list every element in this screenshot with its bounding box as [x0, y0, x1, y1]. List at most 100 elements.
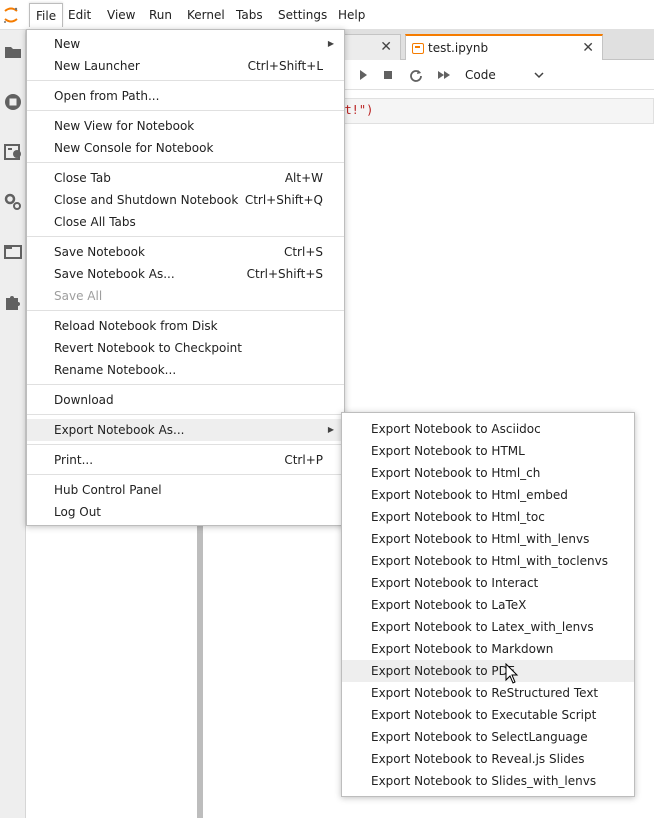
- export-item-pdf[interactable]: Export Notebook to PDF: [342, 660, 634, 682]
- menu-separator: [27, 110, 344, 111]
- restart-icon[interactable]: [407, 66, 425, 84]
- file-menu: New ▶ New Launcher Ctrl+Shift+L Open from Pa…: [26, 29, 345, 526]
- jupyter-logo-icon[interactable]: [2, 6, 20, 24]
- export-item-reveal-js-slides[interactable]: Export Notebook to Reveal.js Slides: [342, 748, 634, 770]
- tab-test-ipynb[interactable]: test.ipynb ✕: [405, 34, 603, 61]
- notebook-icon: [412, 43, 424, 54]
- close-icon[interactable]: ✕: [582, 40, 594, 56]
- menu-item-shortcut: Alt+W: [284, 171, 323, 185]
- menu-kernel[interactable]: Kernel: [181, 3, 231, 27]
- menu-item-label: New: [54, 37, 81, 51]
- export-item-html-with-toclenvs[interactable]: Export Notebook to Html_with_toclenvs: [342, 550, 634, 572]
- stop-icon[interactable]: [379, 66, 397, 84]
- property-inspector-icon[interactable]: [3, 192, 23, 212]
- menu-tabs[interactable]: Tabs: [230, 3, 269, 27]
- file-menu-item-log-out[interactable]: Log Out: [27, 501, 344, 523]
- menu-settings[interactable]: Settings: [272, 3, 333, 27]
- menu-item-label: Rename Notebook...: [54, 363, 177, 377]
- export-submenu: Export Notebook to Asciidoc Export Notebo…: [341, 412, 635, 797]
- menu-separator: [27, 236, 344, 237]
- menu-edit[interactable]: Edit: [62, 3, 97, 27]
- file-menu-item-print[interactable]: Print... Ctrl+P: [27, 449, 344, 471]
- file-menu-item-save-notebook-as[interactable]: Save Notebook As... Ctrl+Shift+S: [27, 263, 344, 285]
- file-menu-item-new-view-for-notebook[interactable]: New View for Notebook: [27, 115, 344, 137]
- export-item-restructured-text[interactable]: Export Notebook to ReStructured Text: [342, 682, 634, 704]
- tabs-icon[interactable]: [3, 242, 23, 262]
- menu-item-shortcut: Ctrl+P: [284, 453, 323, 467]
- extension-icon[interactable]: [3, 292, 23, 312]
- menu-item-label: Log Out: [54, 505, 102, 519]
- file-menu-item-new[interactable]: New ▶: [27, 33, 344, 55]
- export-item-asciidoc[interactable]: Export Notebook to Asciidoc: [342, 418, 634, 440]
- menu-item-label: New View for Notebook: [54, 119, 195, 133]
- menu-separator: [27, 80, 344, 81]
- menu-item-shortcut: Ctrl+Shift+L: [247, 59, 323, 73]
- commands-icon[interactable]: [3, 142, 23, 162]
- menu-separator: [27, 474, 344, 475]
- mouse-cursor-icon: [505, 663, 519, 684]
- menu-separator: [27, 310, 344, 311]
- menu-item-shortcut: Ctrl+Shift+Q: [244, 193, 323, 207]
- submenu-arrow-icon: ▶: [327, 425, 334, 434]
- menu-item-label: New Console for Notebook: [54, 141, 214, 155]
- cell-type-value: Code: [465, 68, 496, 82]
- menu-separator: [27, 384, 344, 385]
- file-menu-item-rename-notebook[interactable]: Rename Notebook...: [27, 359, 344, 381]
- file-menu-item-hub-control-panel[interactable]: Hub Control Panel: [27, 479, 344, 501]
- menu-separator: [27, 414, 344, 415]
- cell-type-select[interactable]: Code: [465, 66, 545, 84]
- file-menu-item-open-from-path[interactable]: Open from Path...: [27, 85, 344, 107]
- menu-item-label: Hub Control Panel: [54, 483, 162, 497]
- file-menu-item-revert-notebook-to-checkpoint[interactable]: Revert Notebook to Checkpoint: [27, 337, 344, 359]
- export-item-selectlanguage[interactable]: Export Notebook to SelectLanguage: [342, 726, 634, 748]
- export-item-html-toc[interactable]: Export Notebook to Html_toc: [342, 506, 634, 528]
- file-menu-item-save-all: Save All: [27, 285, 344, 307]
- export-item-latex[interactable]: Export Notebook to LaTeX: [342, 594, 634, 616]
- export-item-html-with-lenvs[interactable]: Export Notebook to Html_with_lenvs: [342, 528, 634, 550]
- export-item-interact[interactable]: Export Notebook to Interact: [342, 572, 634, 594]
- export-item-executable-script[interactable]: Export Notebook to Executable Script: [342, 704, 634, 726]
- menu-item-label: Save Notebook: [54, 245, 145, 259]
- run-icon[interactable]: [354, 66, 372, 84]
- file-menu-item-download[interactable]: Download: [27, 389, 344, 411]
- export-item-slides-with-lenvs[interactable]: Export Notebook to Slides_with_lenvs: [342, 770, 634, 792]
- export-item-latex-with-lenvs[interactable]: Export Notebook to Latex_with_lenvs: [342, 616, 634, 638]
- export-item-html[interactable]: Export Notebook to HTML: [342, 440, 634, 462]
- fast-forward-icon[interactable]: [435, 66, 453, 84]
- menu-item-label: Print...: [54, 453, 94, 467]
- menu-file[interactable]: File: [29, 3, 64, 27]
- export-item-html-ch[interactable]: Export Notebook to Html_ch: [342, 462, 634, 484]
- menu-help[interactable]: Help: [332, 3, 371, 27]
- menu-view[interactable]: View: [101, 3, 141, 27]
- file-menu-item-close-and-shutdown-notebook[interactable]: Close and Shutdown Notebook Ctrl+Shift+Q: [27, 189, 344, 211]
- close-icon[interactable]: ✕: [380, 39, 392, 55]
- menu-item-label: Open from Path...: [54, 89, 160, 103]
- export-item-html-embed[interactable]: Export Notebook to Html_embed: [342, 484, 634, 506]
- tab-label: test.ipynb: [428, 41, 489, 55]
- file-menu-item-new-launcher[interactable]: New Launcher Ctrl+Shift+L: [27, 55, 344, 77]
- menu-item-label: Save Notebook As...: [54, 267, 175, 281]
- menu-item-shortcut: Ctrl+S: [283, 245, 323, 259]
- menu-item-label: Save All: [54, 289, 103, 303]
- file-menu-item-new-console-for-notebook[interactable]: New Console for Notebook: [27, 137, 344, 159]
- file-menu-item-close-tab[interactable]: Close Tab Alt+W: [27, 167, 344, 189]
- submenu-arrow-icon: ▶: [327, 39, 334, 48]
- file-menu-item-close-all-tabs[interactable]: Close All Tabs: [27, 211, 344, 233]
- menu-item-label: Close All Tabs: [54, 215, 136, 229]
- menubar: File Edit View Run Kernel Tabs Settings Help: [0, 0, 654, 30]
- menu-item-label: New Launcher: [54, 59, 140, 73]
- menu-separator: [27, 444, 344, 445]
- export-item-markdown[interactable]: Export Notebook to Markdown: [342, 638, 634, 660]
- menu-item-shortcut: Ctrl+Shift+S: [246, 267, 323, 281]
- left-sidebar: [0, 30, 26, 818]
- file-menu-item-reload-notebook-from-disk[interactable]: Reload Notebook from Disk: [27, 315, 344, 337]
- menu-item-label: Close Tab: [54, 171, 111, 185]
- file-menu-item-export-notebook-as[interactable]: Export Notebook As... ▶: [27, 419, 344, 441]
- chevron-down-icon: [534, 72, 544, 79]
- running-icon[interactable]: [3, 92, 23, 112]
- folder-icon[interactable]: [3, 42, 23, 62]
- file-menu-item-save-notebook[interactable]: Save Notebook Ctrl+S: [27, 241, 344, 263]
- menu-item-label: Export Notebook As...: [54, 423, 185, 437]
- menu-item-label: Download: [54, 393, 114, 407]
- menu-run[interactable]: Run: [143, 3, 178, 27]
